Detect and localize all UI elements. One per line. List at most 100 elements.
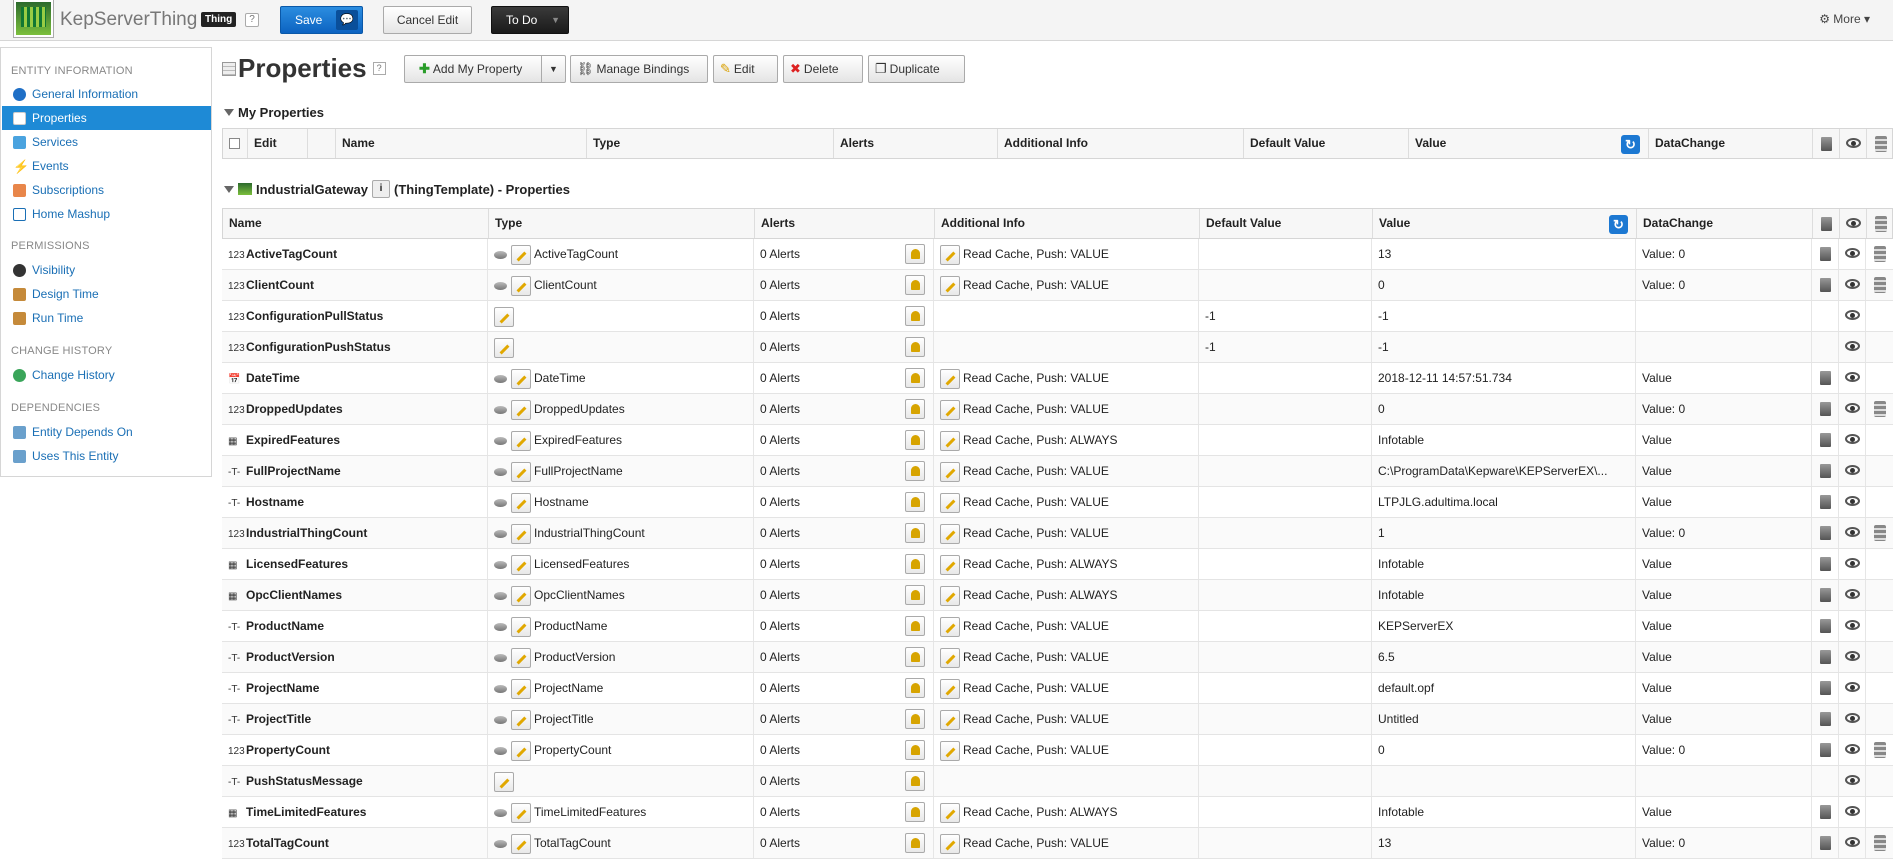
table-row[interactable]: 123ClientCount ClientCount 0 Alerts Read…	[222, 270, 1893, 301]
col-value[interactable]: Value ↻	[1409, 129, 1649, 158]
property-name[interactable]: ▦ ExpiredFeatures	[222, 425, 488, 455]
table-row[interactable]: 123DroppedUpdates DroppedUpdates 0 Alert…	[222, 394, 1893, 425]
table-row[interactable]: ▦ ExpiredFeatures ExpiredFeatures 0 Alert…	[222, 425, 1893, 456]
property-name[interactable]: -T- PushStatusMessage	[222, 766, 488, 796]
table-row[interactable]: -T- Hostname Hostname 0 Alerts Read Cache…	[222, 487, 1893, 518]
alert-bell-icon[interactable]	[905, 833, 925, 853]
sidebar-item-run-time[interactable]: Run Time	[2, 306, 211, 330]
property-name[interactable]: ▦ LicensedFeatures	[222, 549, 488, 579]
pencil-icon[interactable]	[511, 492, 531, 513]
pencil-icon[interactable]	[511, 554, 531, 575]
save-button[interactable]: Save 💬	[280, 6, 363, 34]
col-alerts[interactable]: Alerts	[834, 129, 998, 158]
sidebar-item-home-mashup[interactable]: Home Mashup	[2, 202, 211, 226]
alert-bell-icon[interactable]	[905, 554, 925, 574]
comment-icon[interactable]: 💬	[336, 10, 358, 30]
property-name[interactable]: 123PropertyCount	[222, 735, 488, 765]
more-menu[interactable]: ⚙ More ▾	[1819, 12, 1870, 26]
pencil-icon[interactable]	[511, 647, 531, 668]
alert-bell-icon[interactable]	[905, 678, 925, 698]
property-name[interactable]: 123TotalTagCount	[222, 828, 488, 858]
property-name[interactable]: -T- Hostname	[222, 487, 488, 517]
col-alerts[interactable]: Alerts	[755, 209, 935, 238]
pencil-icon[interactable]	[940, 461, 960, 482]
table-row[interactable]: 123ConfigurationPushStatus 0 Alerts -1 -…	[222, 332, 1893, 363]
property-name[interactable]: 123ClientCount	[222, 270, 488, 300]
pencil-icon[interactable]	[511, 368, 531, 389]
edit-button[interactable]: ✎ Edit	[713, 55, 778, 83]
pencil-icon[interactable]	[940, 492, 960, 513]
refresh-icon[interactable]: ↻	[1621, 135, 1640, 154]
property-name[interactable]: 123DroppedUpdates	[222, 394, 488, 424]
table-row[interactable]: 123IndustrialThingCount IndustrialThingC…	[222, 518, 1893, 549]
alert-bell-icon[interactable]	[905, 430, 925, 450]
col-edit[interactable]: Edit	[248, 129, 308, 158]
alert-bell-icon[interactable]	[905, 244, 925, 264]
pencil-icon[interactable]	[940, 244, 960, 265]
col-datachange[interactable]: DataChange	[1637, 209, 1813, 238]
alert-bell-icon[interactable]	[905, 399, 925, 419]
property-name[interactable]: ▦ OpcClientNames	[222, 580, 488, 610]
pencil-icon[interactable]	[940, 275, 960, 296]
info-icon[interactable]: i	[371, 180, 390, 198]
sidebar-item-uses-this-entity[interactable]: Uses This Entity	[2, 444, 211, 468]
col-name[interactable]: Name	[223, 209, 489, 238]
pencil-icon[interactable]	[494, 337, 514, 358]
col-datachange[interactable]: DataChange	[1649, 129, 1813, 158]
pencil-icon[interactable]	[940, 554, 960, 575]
pencil-icon[interactable]	[940, 368, 960, 389]
col-default-value[interactable]: Default Value	[1244, 129, 1409, 158]
alert-bell-icon[interactable]	[905, 709, 925, 729]
alert-bell-icon[interactable]	[905, 492, 925, 512]
pencil-icon[interactable]	[940, 430, 960, 451]
alert-bell-icon[interactable]	[905, 337, 925, 357]
pencil-icon[interactable]	[511, 709, 531, 730]
sidebar-item-events[interactable]: ⚡ Events	[2, 154, 211, 178]
pencil-icon[interactable]	[940, 399, 960, 420]
pencil-icon[interactable]	[511, 430, 531, 451]
pencil-icon[interactable]	[511, 802, 531, 823]
table-row[interactable]: ▦ TimeLimitedFeatures TimeLimitedFeatures…	[222, 797, 1893, 828]
pencil-icon[interactable]	[940, 585, 960, 606]
pencil-icon[interactable]	[940, 678, 960, 699]
my-properties-header[interactable]: My Properties	[224, 105, 324, 120]
sidebar-item-general-information[interactable]: General Information	[2, 82, 211, 106]
pencil-icon[interactable]	[940, 616, 960, 637]
manage-bindings-button[interactable]: ⛓ Manage Bindings	[570, 55, 708, 83]
alert-bell-icon[interactable]	[905, 306, 925, 326]
property-name[interactable]: 123ActiveTagCount	[222, 239, 488, 269]
template-properties-header[interactable]: IndustrialGateway i (ThingTemplate) - Prop…	[224, 180, 570, 198]
help-icon[interactable]: ?	[372, 62, 386, 75]
template-name[interactable]: IndustrialGateway	[256, 182, 368, 197]
table-row[interactable]: 123TotalTagCount TotalTagCount 0 Alerts …	[222, 828, 1893, 859]
table-row[interactable]: 123ConfigurationPullStatus 0 Alerts -1 -…	[222, 301, 1893, 332]
property-name[interactable]: -T- ProjectTitle	[222, 704, 488, 734]
table-row[interactable]: -T- ProjectTitle ProjectTitle 0 Alerts Re…	[222, 704, 1893, 735]
sidebar-item-properties[interactable]: Properties	[2, 106, 211, 130]
property-name[interactable]: -T- ProductVersion	[222, 642, 488, 672]
sidebar-item-design-time[interactable]: Design Time	[2, 282, 211, 306]
sidebar-item-visibility[interactable]: Visibility	[2, 258, 211, 282]
property-name[interactable]: 123ConfigurationPushStatus	[222, 332, 488, 362]
table-row[interactable]: 123PropertyCount PropertyCount 0 Alerts …	[222, 735, 1893, 766]
table-row[interactable]: -T- PushStatusMessage 0 Alerts	[222, 766, 1893, 797]
table-row[interactable]: -T- ProjectName ProjectName 0 Alerts Read…	[222, 673, 1893, 704]
sidebar-item-entity-depends-on[interactable]: Entity Depends On	[2, 420, 211, 444]
pencil-icon[interactable]	[511, 616, 531, 637]
alert-bell-icon[interactable]	[905, 585, 925, 605]
pencil-icon[interactable]	[940, 523, 960, 544]
cancel-edit-button[interactable]: Cancel Edit	[383, 6, 472, 34]
table-row[interactable]: 📅 DateTime DateTime 0 Alerts Read Cache, …	[222, 363, 1893, 394]
col-type[interactable]: Type	[587, 129, 834, 158]
sidebar-item-change-history[interactable]: Change History	[2, 363, 211, 387]
delete-button[interactable]: ✖ Delete	[783, 55, 863, 83]
col-value[interactable]: Value ↻	[1373, 209, 1637, 238]
alert-bell-icon[interactable]	[905, 275, 925, 295]
col-default-value[interactable]: Default Value	[1200, 209, 1373, 238]
add-my-property-button[interactable]: ✚ Add My Property ▼	[404, 55, 566, 83]
duplicate-button[interactable]: ❐ Duplicate	[868, 55, 965, 83]
pencil-icon[interactable]	[511, 833, 531, 854]
pencil-icon[interactable]	[511, 523, 531, 544]
alert-bell-icon[interactable]	[905, 461, 925, 481]
table-row[interactable]: ▦ OpcClientNames OpcClientNames 0 Alerts …	[222, 580, 1893, 611]
